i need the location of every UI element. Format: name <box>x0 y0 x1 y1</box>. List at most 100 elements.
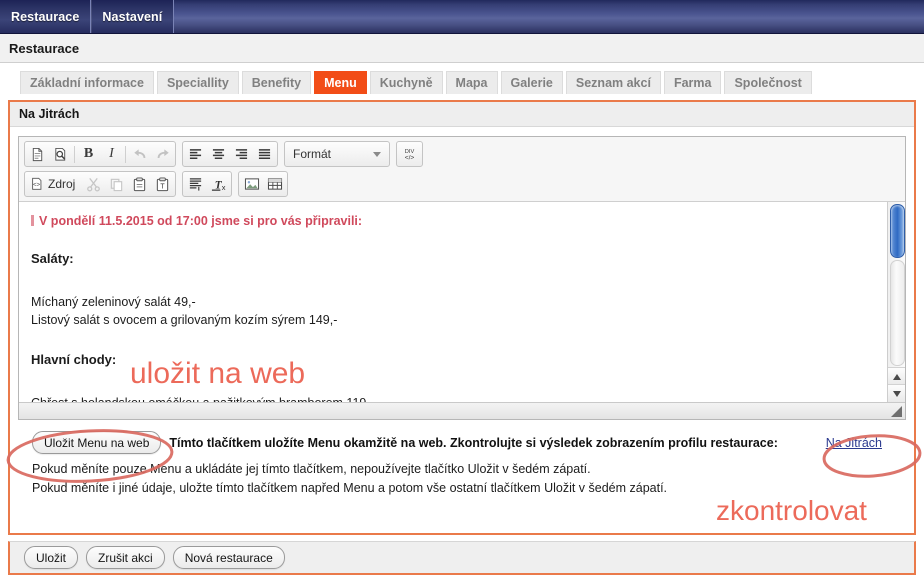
toolbar-group-alignment <box>182 141 278 167</box>
tab-label: Základní informace <box>30 76 144 90</box>
tab-kuchyne[interactable]: Kuchyně <box>369 71 443 94</box>
format-select[interactable]: Formát <box>284 141 390 167</box>
menu-item-label: Restaurace <box>11 9 80 24</box>
rich-text-editor: B I Formát DIV </> <> Zdroj T T x V pond… <box>18 136 906 420</box>
save-menu-to-web-button[interactable]: Uložit Menu na web <box>32 431 162 454</box>
scroll-up-arrow-icon[interactable] <box>888 367 905 385</box>
preview-icon[interactable] <box>49 143 72 165</box>
image-icon[interactable] <box>240 173 263 195</box>
tab-galerie[interactable]: Galerie <box>500 71 563 94</box>
format-select-value: Formát <box>293 147 332 161</box>
div-container-icon[interactable]: DIV </> <box>398 143 421 165</box>
tab-farma[interactable]: Farma <box>663 71 722 94</box>
bold-icon[interactable]: B <box>77 143 100 165</box>
editor-content[interactable]: V pondělí 11.5.2015 od 17:00 jsme si pro… <box>19 202 888 402</box>
menu-item-restaurace[interactable]: Restaurace <box>0 0 92 33</box>
panel-body: B I Formát DIV </> <> Zdroj T T x V pond… <box>10 127 914 533</box>
action-row: Uložit Menu na web Tímto tlačítkem uloží… <box>18 420 906 458</box>
source-label: Zdroj <box>48 177 76 191</box>
align-justify-icon[interactable] <box>253 143 276 165</box>
tab-strip: Základní informace Speciallity Benefity … <box>0 63 924 94</box>
instruction-note-line: Pokud měníte i jiné údaje, uložte tímto … <box>32 481 668 496</box>
tab-mapa[interactable]: Mapa <box>445 71 498 94</box>
redo-icon[interactable] <box>151 143 174 165</box>
align-center-icon[interactable] <box>207 143 230 165</box>
svg-text:</>: </> <box>405 154 415 161</box>
tab-seznam-akci[interactable]: Seznam akcí <box>565 71 661 94</box>
tab-label: Společnost <box>734 76 802 90</box>
undo-icon[interactable] <box>128 143 151 165</box>
restaurant-profile-link[interactable]: Na Jitrách <box>826 436 882 450</box>
headline-bullet-icon <box>31 215 34 226</box>
tab-label: Speciallity <box>166 76 229 90</box>
tab-label: Seznam akcí <box>575 76 651 90</box>
tab-label: Mapa <box>455 76 488 90</box>
menu-headline: V pondělí 11.5.2015 od 17:00 jsme si pro… <box>31 212 876 230</box>
scroll-down-arrow-icon[interactable] <box>888 384 905 402</box>
instruction-note-line: Pokud měníte pouze Menu a ukládáte jej t… <box>32 462 591 476</box>
panel-heading: Na Jitrách <box>19 107 80 121</box>
italic-icon[interactable]: I <box>100 143 123 165</box>
align-right-icon[interactable] <box>230 143 253 165</box>
toolbar-separator <box>74 145 75 163</box>
page-title-bar: Restaurace <box>0 34 924 63</box>
save-hint-text: Tímto tlačítkem uložíte Menu okamžitě na… <box>169 435 778 450</box>
remove-format-icon[interactable]: Tx <box>207 173 230 195</box>
instruction-notes: Pokud měníte pouze Menu a ukládáte jej t… <box>18 458 906 499</box>
menu-section-title-hlavni-chody: Hlavní chody: <box>31 352 117 368</box>
page-title: Restaurace <box>9 40 80 56</box>
align-left-icon[interactable] <box>184 143 207 165</box>
editor-footer <box>19 402 905 419</box>
tab-benefity[interactable]: Benefity <box>241 71 312 94</box>
cancel-action-button[interactable]: Zrušit akci <box>86 546 165 569</box>
save-menu-to-web-label: Uložit Menu na web <box>44 435 150 450</box>
editor-toolbar-row-1: B I Formát DIV </> <box>19 137 905 171</box>
svg-text:x: x <box>222 183 226 192</box>
new-restaurant-button[interactable]: Nová restaurace <box>172 546 285 569</box>
cut-icon[interactable] <box>82 173 105 195</box>
menu-section-title-salaty: Saláty: <box>31 251 74 267</box>
toolbar-separator <box>125 145 126 163</box>
tab-label: Menu <box>324 76 357 90</box>
menu-item-line: Chřest s holandskou omáčkou a pažitkovým… <box>31 394 876 402</box>
editor-content-area[interactable]: V pondělí 11.5.2015 od 17:00 jsme si pro… <box>19 201 905 402</box>
tab-label: Benefity <box>251 76 302 90</box>
new-page-icon[interactable] <box>26 143 49 165</box>
paste-from-word-icon[interactable]: T <box>151 173 174 195</box>
svg-text:<>: <> <box>33 182 41 189</box>
svg-text:T: T <box>161 183 166 190</box>
tab-spolecnost[interactable]: Společnost <box>724 71 812 94</box>
new-restaurant-label: Nová restaurace <box>184 550 273 565</box>
paste-icon[interactable] <box>128 173 151 195</box>
panel-bottom-spacer <box>18 499 906 533</box>
format-select-control[interactable]: Formát <box>286 143 388 165</box>
panel-heading-bar: Na Jitrách <box>10 102 914 127</box>
restaurant-menu-panel: Na Jitrách B I Formát DIV </> <> Zdroj T… <box>8 100 916 535</box>
save-button-label: Uložit <box>36 550 67 565</box>
tab-menu[interactable]: Menu <box>314 71 367 94</box>
menu-item-nastaveni[interactable]: Nastavení <box>91 0 175 33</box>
menu-headline-text: V pondělí 11.5.2015 od 17:00 jsme si pro… <box>39 214 363 228</box>
cancel-action-label: Zrušit akci <box>98 550 153 565</box>
editor-scrollbar[interactable] <box>887 202 905 402</box>
tab-label: Galerie <box>510 76 553 90</box>
resize-grip-icon[interactable] <box>891 406 902 417</box>
scrollbar-track[interactable] <box>890 260 905 366</box>
toolbar-group-formatting: Tx <box>182 171 233 197</box>
source-icon[interactable]: <> Zdroj <box>26 173 82 195</box>
menu-item-line: Listový salát s ovocem a grilovaným kozí… <box>31 313 338 328</box>
tab-label: Farma <box>673 76 712 90</box>
top-menu-bar: Restaurace Nastavení <box>0 0 924 34</box>
save-button[interactable]: Uložit <box>24 546 79 569</box>
table-icon[interactable] <box>263 173 286 195</box>
chevron-down-icon <box>373 151 381 157</box>
toolbar-group-div: DIV </> <box>396 141 423 167</box>
tab-speciallity[interactable]: Speciallity <box>156 71 239 94</box>
remove-format-block-icon[interactable] <box>184 173 207 195</box>
toolbar-group-insert <box>238 171 289 197</box>
editor-toolbar-row-2: <> Zdroj T T x <box>19 171 905 201</box>
copy-icon[interactable] <box>105 173 128 195</box>
scrollbar-thumb[interactable] <box>890 204 905 258</box>
tab-zakladni-informace[interactable]: Základní informace <box>20 71 154 94</box>
